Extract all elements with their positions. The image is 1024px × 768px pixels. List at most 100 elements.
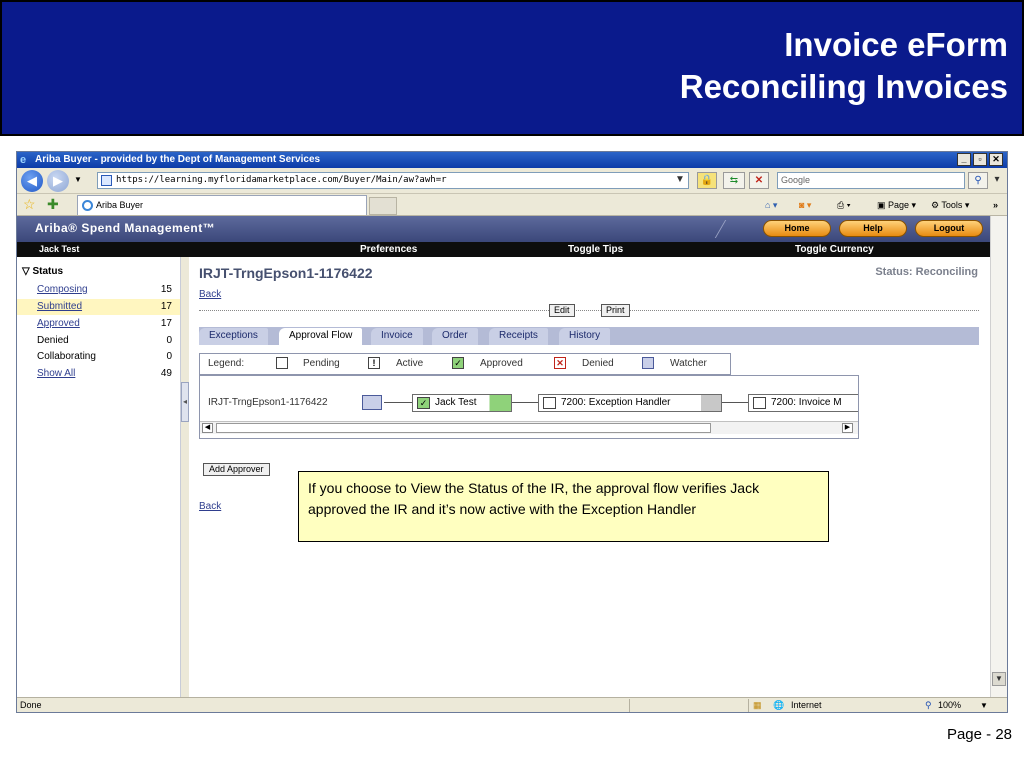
- tab-order[interactable]: Order: [432, 328, 478, 345]
- horizontal-scrollbar[interactable]: ◀ ▶: [200, 421, 858, 434]
- back-link-bottom[interactable]: Back: [199, 501, 221, 512]
- vertical-scrollbar[interactable]: ▼: [990, 216, 1007, 697]
- print-icon[interactable]: ⎙ ▾: [837, 199, 850, 211]
- sidebar-item-label[interactable]: Composing: [37, 282, 88, 298]
- zoom-icon[interactable]: ⚲: [925, 698, 932, 712]
- logout-button[interactable]: Logout: [915, 220, 983, 237]
- gear-icon: ⚙: [931, 200, 942, 210]
- slide-title: Invoice eForm Reconciling Invoices: [680, 24, 1008, 108]
- help-button[interactable]: Help: [839, 220, 907, 237]
- tools-menu-label: Tools: [941, 200, 963, 210]
- sidebar-item-count: 17: [160, 301, 172, 312]
- tab-exceptions[interactable]: Exceptions: [199, 328, 268, 345]
- add-approver-button[interactable]: Add Approver: [203, 463, 270, 476]
- scroll-thumb[interactable]: [216, 423, 711, 433]
- page-menu[interactable]: ▣ Page ▾: [877, 199, 916, 211]
- sidebar-item-label: Denied: [37, 335, 69, 346]
- navigation-bar: ◀ ▶ ▼ https://learning.myfloridamarketpl…: [17, 168, 1007, 194]
- edit-button[interactable]: Edit: [549, 304, 575, 317]
- stop-icon[interactable]: ✕: [749, 172, 769, 189]
- approved-check-icon: ✓: [452, 357, 464, 369]
- flow-node-jack-test[interactable]: ✓ Jack Test: [412, 394, 512, 412]
- document-icon[interactable]: [362, 395, 382, 410]
- flow-connector: [722, 402, 748, 403]
- sidebar-item-label[interactable]: Submitted: [37, 299, 82, 315]
- sidebar-title[interactable]: ▽ Status: [22, 266, 63, 277]
- flow-node-label: 7200: Invoice M: [771, 397, 842, 408]
- callout-note: If you choose to View the Status of the …: [298, 471, 829, 542]
- sidebar-item-approved[interactable]: Approved 17: [17, 316, 180, 332]
- flow-node-invoice-manager[interactable]: 7200: Invoice M: [748, 394, 858, 412]
- sidebar-item-denied: Denied 0: [17, 333, 180, 349]
- legend-denied: Denied: [582, 358, 614, 369]
- pending-icon: [543, 397, 556, 409]
- print-button[interactable]: Print: [601, 304, 630, 317]
- sidebar-item-composing[interactable]: Composing 15: [17, 282, 180, 298]
- feeds-icon[interactable]: ◙ ▾: [799, 199, 811, 211]
- flow-node-exception-handler[interactable]: 7200: Exception Handler: [538, 394, 722, 412]
- ariba-header: Ariba® Spend Management™ Home Help Logou…: [17, 216, 990, 242]
- address-input[interactable]: https://learning.myfloridamarketplace.co…: [97, 172, 689, 189]
- watcher-icon: [642, 357, 654, 369]
- maximize-button[interactable]: ▫: [973, 153, 987, 166]
- forward-arrow-icon[interactable]: ▶: [47, 170, 69, 192]
- sidebar-item-count: 0: [166, 351, 172, 362]
- approval-legend: Legend: Pending ! Active ✓ Approved ✕ De…: [199, 353, 731, 375]
- refresh-icon[interactable]: ⇆: [723, 172, 745, 189]
- add-favorites-icon[interactable]: ✚: [47, 196, 59, 213]
- back-link-top[interactable]: Back: [199, 289, 221, 300]
- status-sidebar: ▽ Status Composing 15 Submitted 17 Appro…: [17, 257, 181, 697]
- zoom-dropdown-icon[interactable]: ▼: [980, 698, 988, 712]
- flow-node-label: 7200: Exception Handler: [561, 397, 671, 408]
- lock-icon[interactable]: 🔒: [697, 172, 717, 189]
- browser-tab-label: Ariba Buyer: [96, 200, 144, 210]
- sidebar-item-label[interactable]: Approved: [37, 316, 80, 332]
- search-placeholder: Google: [781, 175, 811, 185]
- document-tabs: Exceptions Approval Flow Invoice Order R…: [199, 327, 979, 345]
- header-divider: [714, 220, 742, 238]
- address-dropdown-icon[interactable]: ▼: [673, 172, 687, 189]
- more-chevron-icon[interactable]: »: [993, 199, 998, 211]
- search-input[interactable]: Google: [777, 172, 965, 189]
- zoom-level[interactable]: 100%: [938, 698, 961, 712]
- protected-mode-icon: ▦: [753, 700, 762, 710]
- close-button[interactable]: ✕: [989, 153, 1003, 166]
- sidebar-collapse-handle[interactable]: ◂: [181, 382, 189, 422]
- browser-tab-ariba[interactable]: Ariba Buyer: [77, 195, 367, 215]
- tab-receipts[interactable]: Receipts: [489, 328, 548, 345]
- approval-flow-diagram: IRJT-TrngEpson1-1176422 ✓ Jack Test 7200…: [199, 375, 859, 439]
- tab-approval-flow[interactable]: Approval Flow: [279, 328, 363, 345]
- minimize-button[interactable]: _: [957, 153, 971, 166]
- legend-watcher: Watcher: [670, 358, 707, 369]
- history-dropdown-icon[interactable]: ▼: [74, 175, 82, 184]
- sidebar-item-show-all[interactable]: Show All 49: [17, 366, 180, 382]
- tab-invoice[interactable]: Invoice: [371, 328, 423, 345]
- scroll-right-icon[interactable]: ▶: [842, 423, 853, 433]
- search-icon[interactable]: ⚲: [968, 172, 988, 189]
- toggle-tips-link[interactable]: Toggle Tips: [568, 242, 623, 257]
- flow-node-label: Jack Test: [435, 397, 477, 408]
- ariba-logo: Ariba® Spend Management™: [35, 221, 216, 235]
- tab-history[interactable]: History: [559, 328, 611, 345]
- toggle-currency-link[interactable]: Toggle Currency: [795, 242, 874, 257]
- page-number: Page - 28: [946, 726, 1012, 743]
- browser-window: e Ariba Buyer - provided by the Dept of …: [16, 151, 1008, 713]
- browser-tab-bar: ☆ ✚ Ariba Buyer ⌂ ▾ ◙ ▾ ⎙ ▾ ▣ Page ▾ ⚙ T…: [17, 194, 1007, 216]
- home-icon[interactable]: ⌂ ▾: [765, 199, 777, 211]
- preferences-link[interactable]: Preferences: [360, 242, 417, 257]
- slide-header: Invoice eForm Reconciling Invoices: [0, 0, 1024, 136]
- home-button[interactable]: Home: [763, 220, 831, 237]
- tools-menu[interactable]: ⚙ Tools ▾: [931, 199, 969, 211]
- sidebar-item-label[interactable]: Show All: [37, 366, 75, 382]
- new-tab-button[interactable]: [369, 197, 397, 215]
- globe-icon: 🌐: [773, 700, 785, 710]
- scroll-left-icon[interactable]: ◀: [202, 423, 213, 433]
- sidebar-item-count: 49: [160, 368, 172, 379]
- sidebar-item-submitted[interactable]: Submitted 17: [17, 299, 180, 315]
- back-arrow-icon[interactable]: ◀: [21, 170, 43, 192]
- browser-statusbar: Done ▦ 🌐 Internet ⚲ 100% ▼: [17, 697, 1007, 712]
- favorites-star-icon[interactable]: ☆: [23, 196, 36, 213]
- search-options-icon[interactable]: ▾: [990, 172, 1004, 189]
- current-user: Jack Test: [39, 244, 80, 254]
- scroll-down-icon[interactable]: ▼: [992, 672, 1006, 686]
